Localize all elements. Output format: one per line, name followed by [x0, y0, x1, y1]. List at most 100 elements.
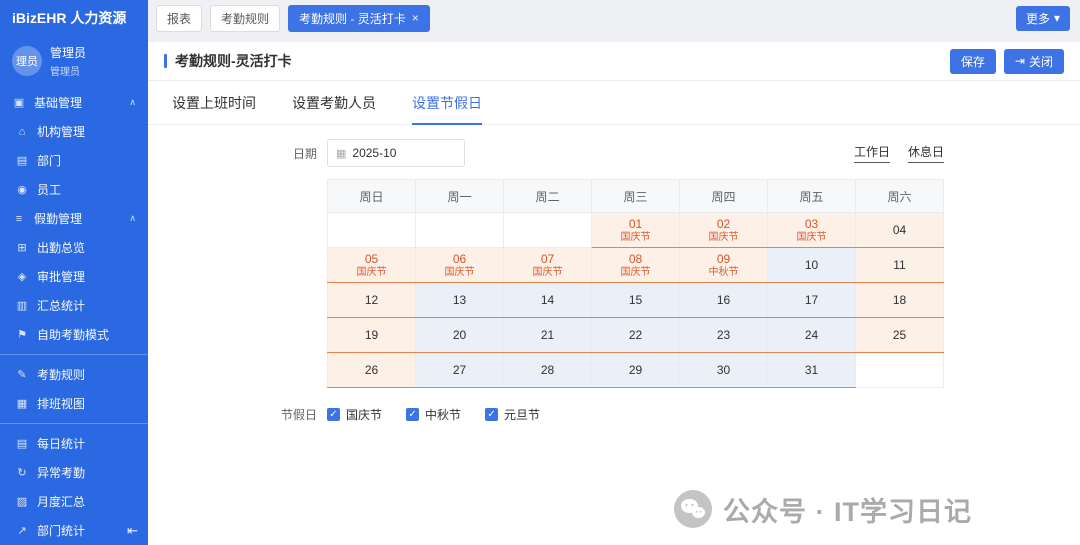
user-role: 管理员: [50, 63, 86, 78]
calendar-day-cell[interactable]: 06国庆节: [416, 248, 504, 283]
day-number: 30: [680, 363, 767, 377]
calendar-day-cell[interactable]: 11: [856, 248, 944, 283]
calendar-day-cell[interactable]: 21: [504, 318, 592, 353]
wechat-icon: [673, 489, 713, 529]
calendar-day-cell[interactable]: 03国庆节: [768, 213, 856, 248]
calendar-day-cell[interactable]: 02国庆节: [680, 213, 768, 248]
title-marker: [164, 54, 167, 68]
calendar-day-cell[interactable]: 31: [768, 353, 856, 388]
calendar-day-cell[interactable]: 23: [680, 318, 768, 353]
calendar-day-cell[interactable]: 17: [768, 283, 856, 318]
user-profile[interactable]: 理员 管理员 管理员: [0, 36, 148, 88]
day-number: 27: [416, 363, 503, 377]
checkbox-icon[interactable]: ✓: [406, 408, 419, 421]
calendar-day-cell[interactable]: 27: [416, 353, 504, 388]
calendar-day-cell[interactable]: 04: [856, 213, 944, 248]
watermark: 公众号 · IT学习日记: [673, 489, 972, 529]
day-number: 22: [592, 328, 679, 342]
holiday-checkbox-item[interactable]: ✓中秋节: [406, 406, 461, 423]
day-number: 06: [416, 252, 503, 266]
sidebar-item-approval[interactable]: ◈审批管理: [0, 262, 148, 291]
sidebar-item-dept-stats-label: 部门统计: [37, 522, 85, 539]
subtab-attendance-staff[interactable]: 设置考勤人员: [292, 93, 376, 125]
subtab-holidays[interactable]: 设置节假日: [412, 93, 482, 125]
day-number: 02: [680, 217, 767, 231]
sidebar-item-org[interactable]: ⌂ 机构管理: [0, 117, 148, 146]
calendar-day-cell[interactable]: 05国庆节: [328, 248, 416, 283]
calendar-day-cell[interactable]: 24: [768, 318, 856, 353]
sidebar-item-summary-stats[interactable]: ▥汇总统计: [0, 291, 148, 320]
calendar-day-cell[interactable]: 15: [592, 283, 680, 318]
sidebar-item-employee-label: 员工: [37, 181, 61, 198]
sidebar-item-attendance-overview-label: 出勤总览: [37, 239, 85, 256]
sidebar-item-attendance-rules[interactable]: ✎考勤规则: [0, 360, 148, 389]
calendar-day-cell[interactable]: 28: [504, 353, 592, 388]
more-button[interactable]: 更多 ▾: [1016, 6, 1070, 31]
sidebar-item-daily-stats[interactable]: ▤每日统计: [0, 429, 148, 458]
holiday-checkbox-label: 国庆节: [346, 406, 382, 423]
date-input[interactable]: ▦ 2025-10: [327, 139, 465, 167]
day-number: 24: [768, 328, 855, 342]
sidebar-group-basic[interactable]: ▣基础管理∧: [0, 88, 148, 117]
sidebar-group-attendance[interactable]: ≡假勤管理∧: [0, 204, 148, 233]
calendar-day-cell[interactable]: 13: [416, 283, 504, 318]
sidebar-item-monthly-summary[interactable]: ▨月度汇总: [0, 487, 148, 516]
calendar-day-cell[interactable]: 18: [856, 283, 944, 318]
calendar-day-cell[interactable]: 30: [680, 353, 768, 388]
avatar: 理员: [12, 46, 42, 76]
sidebar-item-org-label: 机构管理: [37, 123, 85, 140]
day-number: 18: [856, 293, 943, 307]
close-button[interactable]: ⇥ 关闭: [1004, 49, 1064, 74]
holidays-label: 节假日: [274, 406, 317, 423]
calendar-day-cell[interactable]: 08国庆节: [592, 248, 680, 283]
calendar-day-cell[interactable]: 20: [416, 318, 504, 353]
calendar-week-row: 262728293031: [328, 353, 944, 388]
checkbox-icon[interactable]: ✓: [485, 408, 498, 421]
checkbox-icon[interactable]: ✓: [327, 408, 340, 421]
holiday-checkbox-item[interactable]: ✓ 国庆节: [327, 406, 382, 423]
calendar-day-cell[interactable]: 09中秋节: [680, 248, 768, 283]
save-button[interactable]: 保存: [950, 49, 996, 74]
tab-close-icon[interactable]: ×: [412, 11, 419, 25]
sidebar-item-monthly-summary-label: 月度汇总: [37, 493, 85, 510]
tab-report[interactable]: 报表: [156, 5, 202, 32]
day-number: 01: [592, 217, 679, 231]
sidebar-item-department[interactable]: ▤部门: [0, 146, 148, 175]
calendar-weekdays: 周日周一周二周三周四周五周六: [328, 180, 944, 213]
tab-attendance-rules-flexible[interactable]: 考勤规则 - 灵活打卡×: [288, 5, 430, 32]
weekday-header: 周一: [416, 180, 504, 213]
calendar-day-cell[interactable]: 16: [680, 283, 768, 318]
close-label: 关闭: [1029, 53, 1053, 70]
tab-attendance-rules[interactable]: 考勤规则: [210, 5, 280, 32]
calendar-day-cell[interactable]: 01国庆节: [592, 213, 680, 248]
calendar-day-cell[interactable]: 10: [768, 248, 856, 283]
holiday-checkbox-item[interactable]: ✓ 元旦节: [485, 406, 540, 423]
more-label: 更多: [1026, 10, 1050, 27]
legend-restday[interactable]: 休息日: [908, 143, 944, 163]
sidebar-item-self-attendance-mode[interactable]: ⚑自助考勤模式: [0, 320, 148, 349]
building-icon: ⌂: [15, 126, 29, 138]
content-panel: 考勤规则-灵活打卡 保存 ⇥ 关闭 设置上班时间设置考勤人员设置节假日 日期 ▦…: [148, 42, 1080, 545]
weekday-header: 周三: [592, 180, 680, 213]
sidebar-item-schedule-view[interactable]: ▦排班视图: [0, 389, 148, 418]
calendar-day-cell[interactable]: 26: [328, 353, 416, 388]
calendar-day-cell[interactable]: 22: [592, 318, 680, 353]
calendar-day-cell[interactable]: 07国庆节: [504, 248, 592, 283]
sidebar-item-dept-stats[interactable]: ↗部门统计: [0, 516, 148, 545]
holiday-name: 国庆节: [504, 267, 591, 279]
sidebar-item-abnormal-attendance[interactable]: ↻异常考勤: [0, 458, 148, 487]
sidebar-item-employee[interactable]: ◉员工: [0, 175, 148, 204]
chevron-down-icon: ▾: [1054, 11, 1060, 25]
day-number: 07: [504, 252, 591, 266]
calendar-day-cell[interactable]: 19: [328, 318, 416, 353]
sidebar-item-attendance-overview[interactable]: ⊞出勤总览: [0, 233, 148, 262]
calendar-day-cell[interactable]: 29: [592, 353, 680, 388]
collapse-sidebar-icon[interactable]: ⇤: [127, 523, 138, 539]
calendar-day-cell[interactable]: 14: [504, 283, 592, 318]
holiday-name: 中秋节: [680, 267, 767, 279]
subtab-work-time[interactable]: 设置上班时间: [172, 93, 256, 125]
holiday-checkbox-label: 元旦节: [504, 406, 540, 423]
calendar-day-cell[interactable]: 25: [856, 318, 944, 353]
calendar-day-cell[interactable]: 12: [328, 283, 416, 318]
legend-workday[interactable]: 工作日: [854, 143, 890, 163]
